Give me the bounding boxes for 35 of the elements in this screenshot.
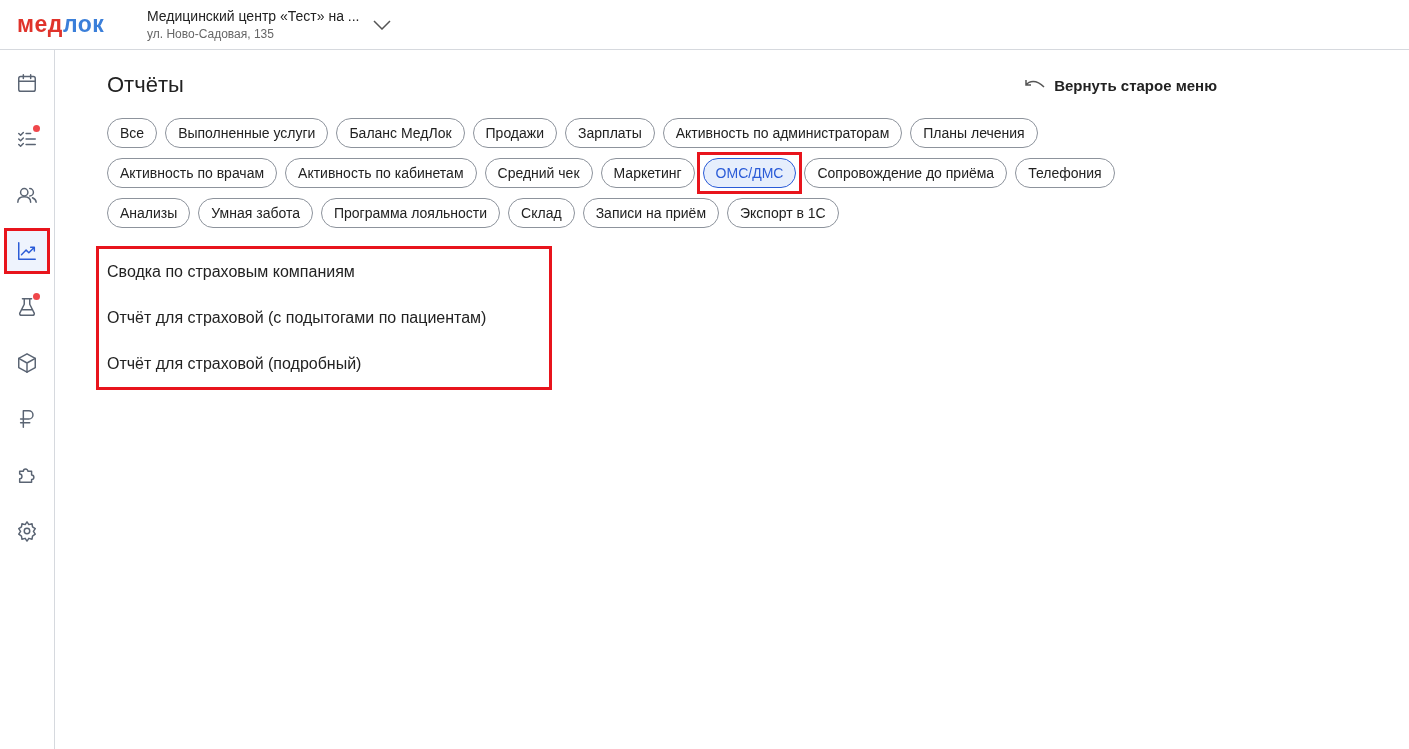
filter-chip[interactable]: Активность по администраторам bbox=[662, 118, 903, 148]
filter-chip[interactable]: Умная забота bbox=[198, 198, 313, 228]
box-icon bbox=[16, 352, 38, 374]
filter-chip[interactable]: Анализы bbox=[107, 198, 191, 228]
filter-chip[interactable]: Склад bbox=[508, 198, 575, 228]
page-title: Отчёты bbox=[107, 72, 184, 98]
logo[interactable]: медлок bbox=[17, 11, 125, 38]
filter-chip[interactable]: Баланс МедЛок bbox=[336, 118, 465, 148]
clinic-address: ул. Ново-Садовая, 135 bbox=[147, 27, 275, 41]
filter-chip[interactable]: Зарплаты bbox=[565, 118, 655, 148]
chevron-down-icon[interactable] bbox=[373, 19, 392, 30]
filter-chip[interactable]: Средний чек bbox=[484, 158, 593, 188]
calendar-icon bbox=[16, 72, 38, 94]
filter-chip[interactable]: Выполненные услуги bbox=[165, 118, 329, 148]
filter-chip[interactable]: Сопровождение до приёма bbox=[804, 158, 1008, 188]
filter-chip[interactable]: Записи на приём bbox=[582, 198, 719, 228]
settings-icon bbox=[16, 520, 38, 542]
filter-chip[interactable]: Активность по кабинетам bbox=[285, 158, 477, 188]
filter-chip[interactable]: Продажи bbox=[472, 118, 557, 148]
filter-chip[interactable]: Маркетинг bbox=[600, 158, 695, 188]
filter-chip[interactable]: Экспорт в 1С bbox=[727, 198, 839, 228]
report-link[interactable]: Отчёт для страховой (подробный) bbox=[107, 355, 549, 373]
sidebar-item[interactable] bbox=[4, 228, 50, 274]
filter-chip[interactable]: Программа лояльности bbox=[320, 198, 501, 228]
return-old-menu-button[interactable]: Вернуть старое меню bbox=[1024, 76, 1217, 94]
flask-icon bbox=[16, 296, 38, 318]
filter-chip[interactable]: Все bbox=[107, 118, 158, 148]
filter-chip[interactable]: Активность по врачам bbox=[107, 158, 278, 188]
filter-chip[interactable]: Телефония bbox=[1015, 158, 1115, 188]
filter-chip[interactable]: ОМС/ДМС bbox=[702, 158, 797, 188]
chart-icon bbox=[16, 240, 38, 262]
filter-chip[interactable]: Планы лечения bbox=[910, 118, 1038, 148]
clinic-name[interactable]: Медицинский центр «Тест» на ... bbox=[147, 8, 360, 24]
report-link[interactable]: Сводка по страховым компаниям bbox=[107, 263, 549, 281]
report-link[interactable]: Отчёт для страховой (с подытогами по пациентам) bbox=[107, 309, 549, 327]
